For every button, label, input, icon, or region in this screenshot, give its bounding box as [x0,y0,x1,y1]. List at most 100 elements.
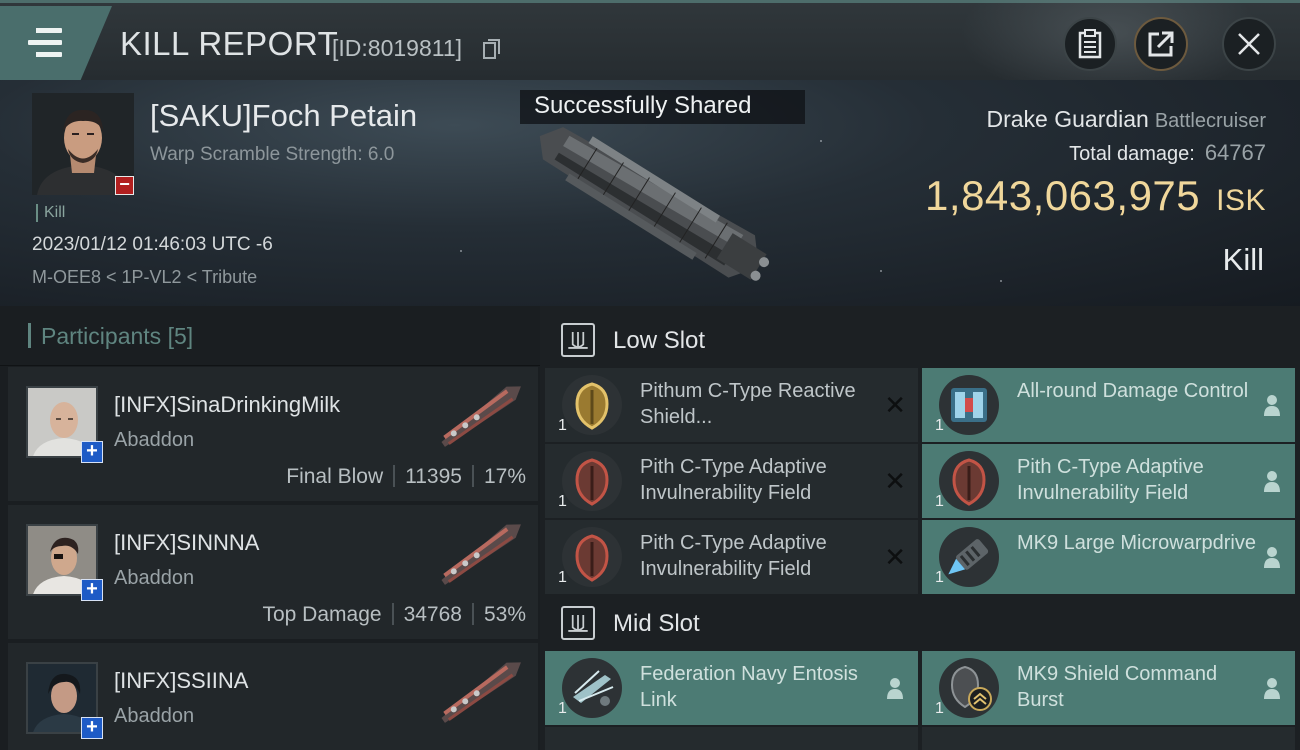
participant-row[interactable]: + [INFX]SSIINA Abaddon [8,643,538,750]
participants-title: Participants [41,323,162,349]
hostile-badge: − [115,175,134,195]
dropped-person-icon [1264,678,1280,699]
module-name: Pith C-Type Adaptive Invulnerability Fie… [1017,456,1204,504]
total-damage-value: 64767 [1204,140,1266,165]
low-slot-title: Low Slot [613,327,706,354]
module-quantity: 1 [558,417,567,434]
kill-result: Kill [1222,242,1264,277]
destroyed-icon: ✕ [884,390,906,420]
menu-button[interactable] [0,6,112,80]
module-quantity: 1 [558,569,567,586]
total-damage-label: Total damage: [1069,143,1195,165]
participant-name[interactable]: [INFX]SSIINA [114,668,248,694]
participant-stats: Final Blow 11395 17% [286,465,526,489]
participant-stats: Top Damage 34768 53% [262,603,526,627]
dropped-person-icon [1264,547,1280,568]
module-quantity: 1 [558,700,567,717]
header-bar: KILL REPORT [ID:8019811] [0,0,1300,103]
dropped-person-icon [1264,471,1280,492]
clipboard-icon [1078,29,1102,59]
participant-name[interactable]: [INFX]SINNNA [114,530,259,556]
module-quantity: 1 [935,569,944,586]
red-shield-icon [562,451,622,511]
isk-amount: 1,843,063,975 [925,172,1201,219]
low-slot-header: Low Slot [540,309,1300,371]
participant-percent: 17% [483,465,526,488]
entosis-link-icon [562,658,622,718]
ship-info[interactable]: Drake Guardian Battlecruiser [986,106,1266,133]
participant-ship-image[interactable] [428,375,533,455]
dropped-person-icon [887,678,903,699]
destroyed-icon: ✕ [884,542,906,572]
module-item[interactable]: 1 Federation Navy Entosis Link [545,651,918,725]
mid-slot-header: Mid Slot [540,592,1300,654]
kill-tag: Kill [36,204,65,222]
mid-slot-icon [561,606,595,640]
module-item[interactable]: 1 Pithum C-Type Reactive Shield... ✕ [545,368,918,442]
participant-row[interactable]: + [INFX]SINNNA Abaddon Top Damage 34768 53… [8,505,538,639]
warp-scramble-strength: Warp Scramble Strength: 6.0 [150,144,395,165]
page-title: KILL REPORT [120,25,339,62]
close-button[interactable] [1222,17,1276,71]
participant-percent: 53% [483,603,526,626]
victim-banner: − [SAKU]Foch Petain Warp Scramble Streng… [0,80,1300,306]
participants-header[interactable]: Participants [5] [0,306,540,366]
isk-unit: ISK [1216,184,1266,217]
module-name: Pith C-Type Adaptive Invulnerability Fie… [640,532,827,580]
participant-role: Top Damage [262,603,382,626]
participant-name[interactable]: [INFX]SinaDrinkingMilk [114,392,340,418]
close-icon [1238,33,1260,55]
participant-ship: Abaddon [114,567,195,589]
copy-icon[interactable] [483,39,501,59]
ship-name: Drake Guardian [986,106,1149,132]
module-item-partial[interactable] [545,727,918,750]
module-name: Pithum C-Type Reactive Shield... [640,380,856,428]
participant-role: Final Blow [286,465,384,488]
isk-value: 1,843,063,975 ISK [925,172,1266,220]
victim-ship-image[interactable] [505,105,795,305]
damage-control-icon [939,375,999,435]
module-quantity: 1 [935,493,944,510]
low-slot-icon [561,323,595,357]
report-id: [ID:8019811] [332,35,463,61]
participant-damage: 11395 [405,465,462,488]
command-burst-icon [939,658,999,718]
participant-ship-image[interactable] [428,651,533,731]
dropped-person-icon [1264,395,1280,416]
module-item[interactable]: 1 Pith C-Type Adaptive Invulnerability F… [545,520,918,594]
victim-name[interactable]: [SAKU]Foch Petain [150,98,417,134]
participant-ship: Abaddon [114,705,195,727]
microwarpdrive-icon [939,527,999,587]
module-name: Federation Navy Entosis Link [640,663,858,711]
clipboard-button[interactable] [1063,17,1117,71]
module-quantity: 1 [558,493,567,510]
participants-count: [5] [167,323,194,349]
module-item[interactable]: 1 MK9 Shield Command Burst [922,651,1295,725]
kill-timestamp: 2023/01/12 01:46:03 UTC -6 [32,234,273,255]
share-button[interactable] [1134,17,1188,71]
module-item[interactable]: 1 Pith C-Type Adaptive Invulnerability F… [545,444,918,518]
module-quantity: 1 [935,417,944,434]
fitting-panel: Low Slot 1 Pithum C-Type Reactive Shield… [540,306,1300,750]
mid-slot-title: Mid Slot [613,610,700,637]
module-name: MK9 Shield Command Burst [1017,663,1218,711]
friendly-badge: + [81,717,103,739]
participants-panel: Participants [5] + [INFX]SinaDrinkingMil… [0,306,540,750]
module-item[interactable]: 1 MK9 Large Microwarpdrive [922,520,1295,594]
module-quantity: 1 [935,700,944,717]
share-icon [1148,31,1174,57]
module-name: MK9 Large Microwarpdrive [1017,532,1256,554]
red-shield-icon [939,451,999,511]
kill-location[interactable]: M-OEE8 < 1P-VL2 < Tribute [32,267,257,288]
participant-ship-image[interactable] [428,513,533,593]
gold-shield-icon [562,375,622,435]
friendly-badge: + [81,579,103,601]
module-item-partial[interactable] [922,727,1295,750]
module-name: Pith C-Type Adaptive Invulnerability Fie… [640,456,827,504]
participant-row[interactable]: + [INFX]SinaDrinkingMilk Abaddon Final B… [8,367,538,501]
module-item[interactable]: 1 All-round Damage Control [922,368,1295,442]
participant-ship: Abaddon [114,429,195,451]
module-item[interactable]: 1 Pith C-Type Adaptive Invulnerability F… [922,444,1295,518]
ship-class: Battlecruiser [1154,110,1266,132]
red-shield-icon [562,527,622,587]
